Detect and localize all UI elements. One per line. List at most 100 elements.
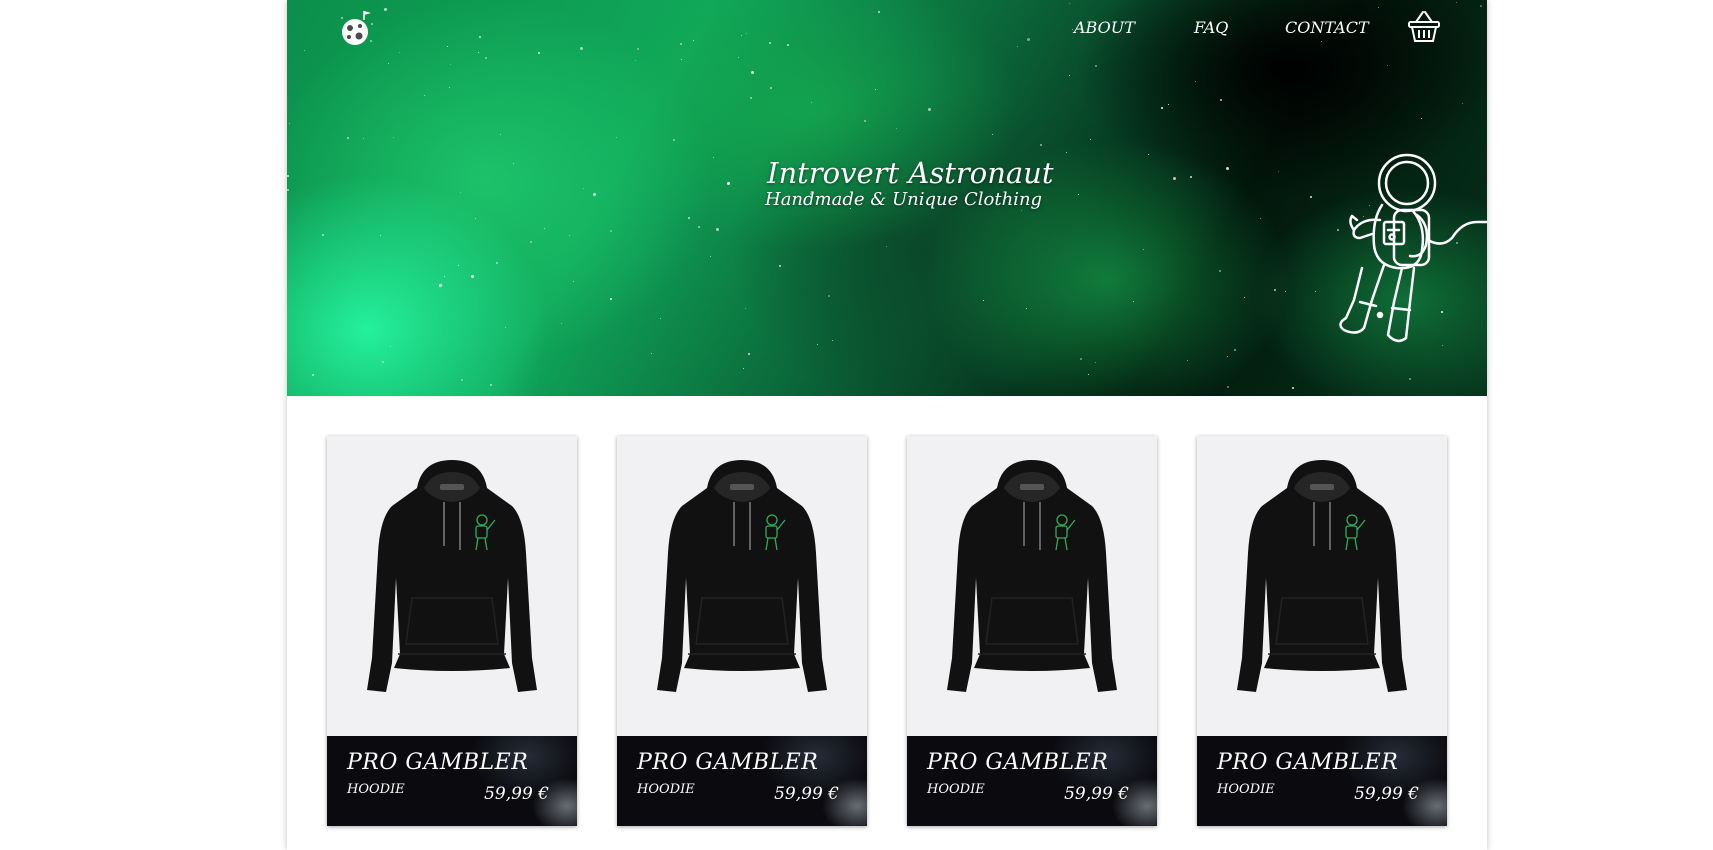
brand-title: Introvert Astronaut (767, 156, 1054, 190)
product-name: PRO GAMBLER (927, 750, 1109, 775)
product-info: PRO GAMBLER HOODIE 59,99 € (327, 736, 577, 826)
star (896, 128, 897, 129)
star (1168, 104, 1169, 105)
star (1321, 41, 1322, 42)
star (393, 137, 394, 138)
hero-banner: ABOUT FAQ CONTACT Introvert Astronaut Ha… (287, 0, 1487, 396)
nav-faq[interactable]: FAQ (1194, 18, 1228, 37)
star (751, 71, 754, 74)
star (983, 300, 984, 301)
product-price: 59,99 € (1354, 784, 1419, 804)
moon-flag-icon (341, 11, 373, 45)
star (693, 40, 694, 41)
star (1292, 387, 1294, 389)
star (864, 120, 866, 122)
star (304, 50, 305, 51)
star (384, 8, 387, 11)
nav-about[interactable]: ABOUT (1074, 18, 1135, 37)
star (1143, 249, 1144, 250)
astronaut-illustration (1339, 153, 1487, 343)
star (637, 48, 639, 50)
star (769, 42, 771, 44)
star (1026, 308, 1027, 309)
star (447, 46, 448, 47)
star (573, 281, 574, 282)
star (1274, 289, 1276, 291)
star (681, 59, 682, 60)
product-image (617, 436, 867, 736)
star (347, 137, 349, 139)
star (530, 241, 532, 243)
star (787, 44, 789, 46)
star (1227, 356, 1228, 357)
star (1219, 270, 1221, 272)
star (1456, 2, 1457, 3)
star (458, 265, 459, 266)
star (886, 246, 887, 247)
star (688, 217, 690, 219)
star (363, 138, 364, 139)
star (746, 33, 747, 34)
star (580, 47, 583, 50)
star (651, 353, 652, 354)
star (544, 228, 545, 229)
star (1095, 362, 1096, 363)
star (500, 134, 501, 135)
product-card[interactable]: PRO GAMBLER HOODIE 59,99 € (907, 436, 1157, 826)
star (1421, 118, 1422, 119)
shopping-basket-icon (1408, 11, 1440, 42)
star (779, 265, 781, 267)
product-type: HOODIE (1217, 782, 1275, 797)
star (1078, 194, 1079, 195)
star (1066, 152, 1067, 153)
star (610, 298, 612, 300)
page-container: ABOUT FAQ CONTACT Introvert Astronaut Ha… (287, 0, 1487, 850)
nav-contact[interactable]: CONTACT (1285, 18, 1369, 37)
star (738, 57, 739, 58)
star (610, 230, 612, 232)
star (1027, 38, 1030, 41)
star (390, 346, 391, 347)
product-type: HOODIE (927, 782, 985, 797)
hoodie-image (657, 460, 827, 692)
product-price: 59,99 € (774, 784, 839, 804)
star (1190, 176, 1192, 178)
product-card[interactable]: PRO GAMBLER HOODIE 59,99 € (327, 436, 577, 826)
product-price: 59,99 € (1064, 784, 1129, 804)
star (1244, 297, 1245, 298)
product-card[interactable]: PRO GAMBLER HOODIE 59,99 € (617, 436, 867, 826)
star (490, 384, 492, 386)
star (1462, 103, 1463, 104)
star (1069, 3, 1070, 4)
star (1409, 378, 1411, 380)
star (1090, 139, 1091, 140)
star (439, 284, 442, 287)
star (460, 192, 461, 193)
star (713, 157, 714, 158)
star (1072, 29, 1073, 30)
logo[interactable] (337, 8, 377, 48)
star (811, 102, 812, 103)
cart-button[interactable] (1405, 8, 1443, 46)
star (1260, 218, 1261, 219)
product-type: HOODIE (347, 782, 405, 797)
star (1220, 99, 1222, 101)
star (583, 188, 584, 189)
product-type: HOODIE (637, 782, 695, 797)
star (1187, 360, 1188, 361)
star (741, 35, 742, 36)
star (1148, 154, 1149, 155)
star (444, 276, 445, 277)
product-info: PRO GAMBLER HOODIE 59,99 € (907, 736, 1157, 826)
star (992, 134, 993, 135)
star (748, 353, 750, 355)
star (673, 139, 675, 141)
product-info: PRO GAMBLER HOODIE 59,99 € (1197, 736, 1447, 826)
star (635, 60, 636, 61)
star (875, 89, 876, 90)
product-card[interactable]: PRO GAMBLER HOODIE 59,99 € (1197, 436, 1447, 826)
star (660, 318, 661, 319)
star (322, 234, 324, 236)
star (380, 235, 381, 236)
star (1088, 374, 1089, 375)
